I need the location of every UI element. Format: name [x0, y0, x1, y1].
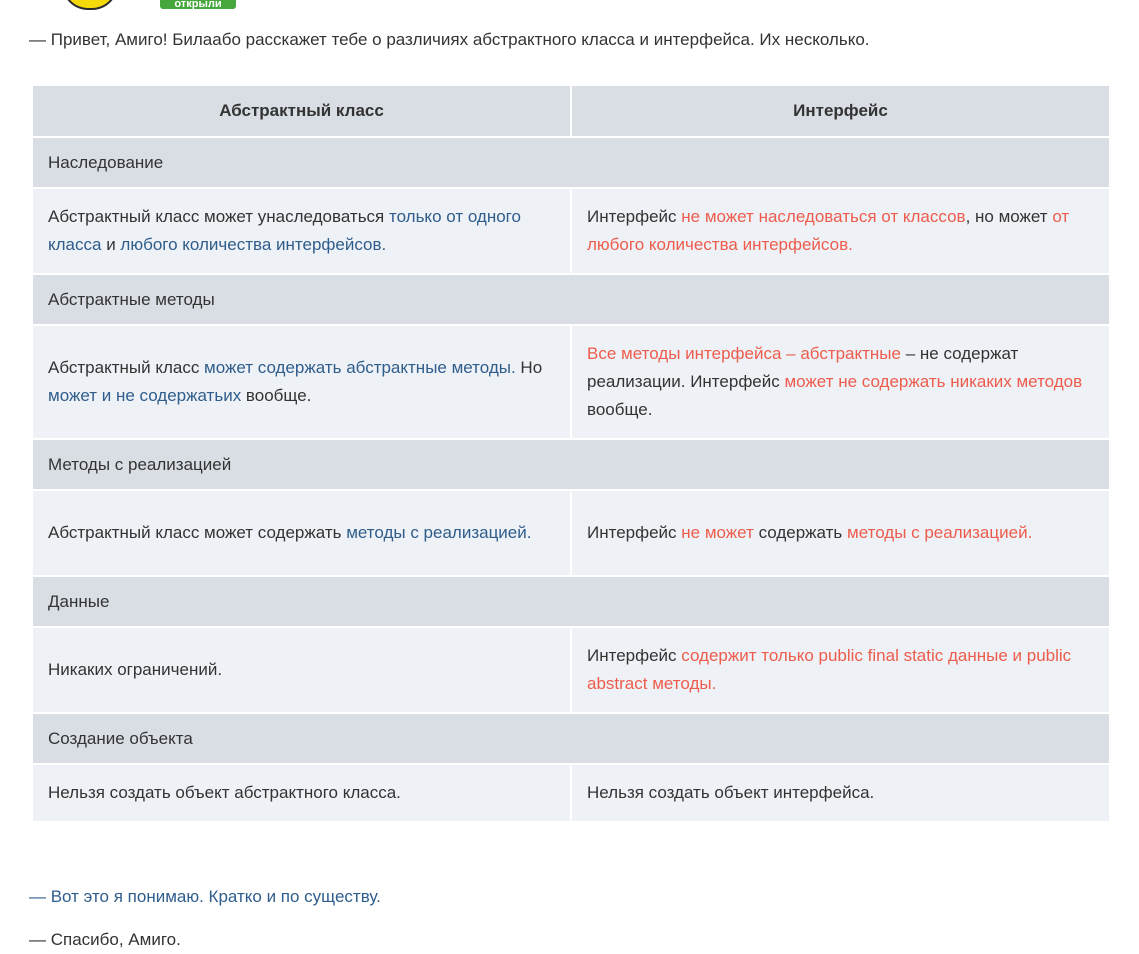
cell-text: содержать	[753, 523, 848, 542]
abstract-class-cell: Никаких ограничений.	[31, 626, 572, 714]
cell-text: Нельзя создать объект интерфейса.	[587, 783, 875, 802]
comparison-table: Абстрактный класс Интерфейс Наследование…	[31, 84, 1111, 823]
highlight-text: методы с реализацией.	[346, 523, 532, 542]
character-avatar	[62, 0, 118, 10]
interface-cell: Нельзя создать объект интерфейса.	[570, 763, 1111, 823]
section-row: Методы с реализацией	[31, 438, 1111, 491]
abstract-class-cell: Абстрактный класс может содержать методы…	[31, 489, 572, 577]
section-row: Данные	[31, 575, 1111, 628]
cell-text: Но	[515, 358, 543, 377]
outro-reply: — Вот это я понимаю. Кратко и по существ…	[29, 887, 381, 906]
highlight-text: любого количества интерфейсов.	[120, 235, 387, 254]
section-title: Наследование	[31, 136, 1111, 189]
section-title: Абстрактные методы	[31, 273, 1111, 326]
interface-cell: Интерфейс не может содержать методы с ре…	[570, 489, 1111, 577]
table-row: Абстрактный класс может содержать абстра…	[31, 324, 1111, 440]
table-header-row: Абстрактный класс Интерфейс	[31, 84, 1111, 138]
highlight-text: может не содержать никаких методов	[784, 372, 1083, 391]
interface-cell: Все методы интерфейса – абстрактные – не…	[570, 324, 1111, 440]
cell-text: Интерфейс	[587, 646, 682, 665]
table-row: Абстрактный класс может унаследоваться т…	[31, 187, 1111, 275]
table-row: Нельзя создать объект абстрактного класс…	[31, 763, 1111, 823]
cell-text: Абстрактный класс может унаследоваться	[48, 207, 389, 226]
header-interface: Интерфейс	[570, 84, 1111, 138]
interface-cell: Интерфейс содержит только public final s…	[570, 626, 1111, 714]
section-row: Абстрактные методы	[31, 273, 1111, 326]
intro-text: — Привет, Амиго! Билаабо расскажет тебе …	[29, 30, 870, 49]
section-row: Создание объекта	[31, 712, 1111, 765]
abstract-class-cell: Абстрактный класс может содержать абстра…	[31, 324, 572, 440]
section-row: Наследование	[31, 136, 1111, 189]
highlight-text: Все методы интерфейса – абстрактные	[587, 344, 901, 363]
cell-text: , но может	[965, 207, 1053, 226]
header-abstract-class: Абстрактный класс	[31, 84, 572, 138]
section-title: Создание объекта	[31, 712, 1111, 765]
highlight-text: может содержать абстрактные методы.	[204, 358, 516, 377]
abstract-class-cell: Нельзя создать объект абстрактного класс…	[31, 763, 572, 823]
highlight-text: не может наследоваться от классов	[681, 207, 966, 226]
section-title: Методы с реализацией	[31, 438, 1111, 491]
abstract-class-cell: Абстрактный класс может унаследоваться т…	[31, 187, 572, 275]
highlight-text: не может	[681, 523, 754, 542]
table-row: Никаких ограничений. Интерфейс содержит …	[31, 626, 1111, 714]
section-title: Данные	[31, 575, 1111, 628]
cell-text: вообще.	[587, 400, 653, 419]
cell-text: Интерфейс	[587, 523, 682, 542]
cell-text: и	[101, 235, 121, 254]
outro-thanks: — Спасибо, Амиго.	[29, 930, 181, 949]
cell-text: Никаких ограничений.	[48, 660, 223, 679]
highlight-text: может и не содержатьих	[48, 386, 242, 405]
cell-text: Нельзя создать объект абстрактного класс…	[48, 783, 401, 802]
status-badge: открыли	[160, 0, 236, 9]
interface-cell: Интерфейс не может наследоваться от клас…	[570, 187, 1111, 275]
table-row: Абстрактный класс может содержать методы…	[31, 489, 1111, 577]
cell-text: Абстрактный класс может содержать	[48, 523, 347, 542]
cell-text: вообще.	[241, 386, 312, 405]
cell-text: Абстрактный класс	[48, 358, 205, 377]
highlight-text: методы с реализацией.	[847, 523, 1033, 542]
cell-text: Интерфейс	[587, 207, 682, 226]
